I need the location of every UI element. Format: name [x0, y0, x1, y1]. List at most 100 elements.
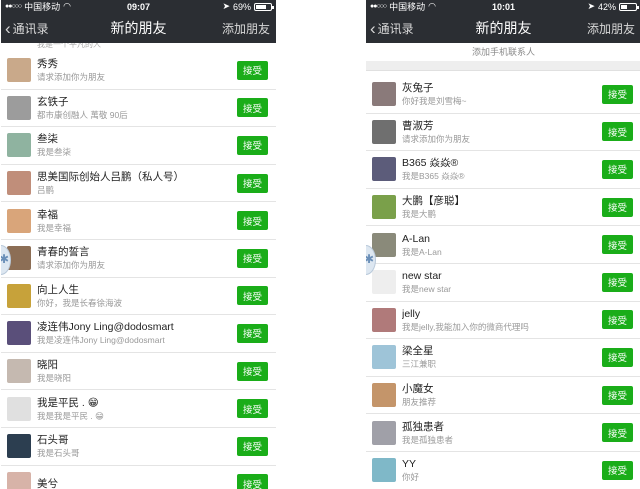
friend-request-row[interactable]: 秀秀 请求添加你为朋友 接受 — [1, 52, 276, 90]
back-button[interactable]: ‹ 通讯录 — [1, 20, 49, 37]
friend-request-row[interactable]: 孤独患者 我是孤独患者 接受 — [366, 414, 640, 452]
contact-name: 小魔女 — [402, 383, 434, 396]
friend-request-row[interactable]: 思美国际创始人吕鹏（私人号） 吕鹏 接受 — [1, 164, 276, 203]
accept-button[interactable]: 接受 — [602, 310, 633, 330]
avatar — [372, 82, 396, 107]
friend-request-row[interactable]: 美兮 接受 — [1, 465, 276, 489]
request-info: 我是平民 . 😁 我是我是平民 . 😁 — [37, 396, 237, 422]
accept-button[interactable]: 接受 — [237, 98, 268, 118]
contact-name: 凌连伟Jony Ling@dodosmart — [37, 321, 174, 334]
friend-request-row[interactable]: jelly 我是jelly,我能加入你的微商代理吗 接受 — [366, 301, 640, 340]
accept-button[interactable]: 接受 — [602, 235, 633, 255]
contact-name: jelly — [402, 307, 421, 320]
accept-button[interactable]: 接受 — [237, 361, 268, 381]
request-message: 请求添加你为朋友 — [37, 260, 106, 271]
signal-icon: ●●○○○ — [5, 3, 22, 10]
friend-request-row[interactable]: YY 你好 接受 — [366, 451, 640, 489]
request-info: 凌连伟Jony Ling@dodosmart 我是凌连伟Jony Ling@dod… — [37, 320, 237, 346]
accept-button[interactable]: 接受 — [237, 436, 268, 456]
friend-request-list: 秀秀 请求添加你为朋友 接受 玄铁子 都市康创融人 萬敬 90后 接受 叁柒 我是叁柒 接受 思美… — [1, 52, 276, 489]
friend-request-row[interactable]: 梁全星 三江兼职 接受 — [366, 339, 640, 377]
avatar — [7, 396, 31, 421]
avatar — [7, 471, 31, 489]
friend-request-row[interactable]: B365 焱焱® 我是B365 焱焱® 接受 — [366, 151, 640, 189]
avatar — [7, 58, 31, 83]
accept-button[interactable]: 接受 — [237, 248, 268, 268]
accept-button[interactable]: 接受 — [237, 286, 268, 306]
avatar — [7, 133, 31, 158]
friend-request-row[interactable]: 大鹏【彦聪】 我是大鹏 接受 — [366, 188, 640, 227]
request-message: 我是叁柒 — [37, 147, 72, 158]
avatar — [7, 359, 31, 384]
friend-request-row[interactable]: 青春的誓言 请求添加你为朋友 接受 — [1, 239, 276, 278]
friend-request-row[interactable]: 曹淑芳 请求添加你为朋友 接受 — [366, 113, 640, 152]
friend-request-row[interactable]: 我是平民 . 😁 我是我是平民 . 😁 接受 — [1, 390, 276, 428]
request-message: 我是A-Lan — [402, 246, 442, 257]
contact-name: 灰兔子 — [402, 82, 434, 95]
chevron-left-icon: ‹ — [370, 18, 376, 38]
avatar — [7, 208, 31, 233]
accept-button[interactable]: 接受 — [237, 173, 268, 193]
accept-button[interactable]: 接受 — [237, 135, 268, 155]
friend-request-row[interactable]: 向上人生 你好，我是长春徐海波 接受 — [1, 277, 276, 316]
request-message: 你好我是刘雪梅~ — [402, 96, 467, 107]
friend-request-row[interactable]: 小魔女 朋友推荐 接受 — [366, 376, 640, 415]
request-info: 晓阳 我是晓阳 — [37, 358, 237, 384]
accept-button[interactable]: 接受 — [602, 423, 633, 443]
friend-request-row[interactable]: A-Lan 我是A-Lan 接受 — [366, 226, 640, 264]
accept-button[interactable]: 接受 — [602, 272, 633, 292]
accept-button[interactable]: 接受 — [602, 385, 633, 405]
contact-name: 曹淑芳 — [402, 119, 434, 132]
request-info: new star 我是new star — [402, 269, 602, 295]
avatar — [7, 95, 31, 120]
contact-name: A-Lan — [402, 232, 431, 245]
friend-request-row[interactable]: 灰兔子 你好我是刘雪梅~ 接受 — [366, 76, 640, 114]
accept-button[interactable]: 接受 — [602, 197, 633, 217]
friend-request-row[interactable]: 石头哥 我是石头哥 接受 — [1, 427, 276, 466]
accept-button[interactable]: 接受 — [237, 60, 268, 80]
friend-request-row[interactable]: 玄铁子 都市康创融人 萬敬 90后 接受 — [1, 89, 276, 128]
accept-button[interactable]: 接受 — [602, 84, 633, 104]
add-phone-contacts-link[interactable]: 添加手机联系人 — [366, 43, 640, 61]
accept-button[interactable]: 接受 — [237, 399, 268, 419]
friend-request-row[interactable]: 晓阳 我是晓阳 接受 — [1, 352, 276, 391]
friend-request-list: 灰兔子 你好我是刘雪梅~ 接受 曹淑芳 请求添加你为朋友 接受 B365 焱焱® 我是B365… — [366, 76, 640, 489]
avatar — [7, 434, 31, 459]
friend-request-row[interactable]: new star 我是new star 接受 — [366, 263, 640, 302]
right-phone-screen: ●●○○○ 中国移动 ◠ 10:01 ➤ 42% ‹ 通讯录 新的朋友 添加朋友… — [366, 0, 640, 489]
add-friend-button[interactable]: 添加朋友 — [222, 20, 276, 37]
accept-button[interactable]: 接受 — [602, 122, 633, 142]
request-info: 玄铁子 都市康创融人 萬敬 90后 — [37, 95, 237, 121]
friend-request-row[interactable]: 叁柒 我是叁柒 接受 — [1, 127, 276, 165]
accept-button[interactable]: 接受 — [602, 347, 633, 367]
avatar — [7, 283, 31, 308]
back-button[interactable]: ‹ 通讯录 — [366, 20, 414, 37]
accept-button[interactable]: 接受 — [237, 323, 268, 343]
request-info: 灰兔子 你好我是刘雪梅~ — [402, 81, 602, 107]
location-icon: ➤ — [222, 1, 230, 11]
contact-name: 思美国际创始人吕鹏（私人号） — [37, 171, 184, 184]
add-friend-button[interactable]: 添加朋友 — [587, 20, 640, 37]
status-bar: ●●○○○ 中国移动 ◠ 10:01 ➤ 42% — [366, 0, 640, 13]
request-message: 请求添加你为朋友 — [37, 72, 106, 83]
accept-button[interactable]: 接受 — [602, 159, 633, 179]
accept-button[interactable]: 接受 — [602, 460, 633, 480]
friend-request-row[interactable]: 幸福 我是幸福 接受 — [1, 202, 276, 240]
avatar — [7, 171, 31, 196]
accept-button[interactable]: 接受 — [237, 211, 268, 231]
contact-name: 大鹏【彦聪】 — [402, 195, 465, 208]
request-info: 曹淑芳 请求添加你为朋友 — [402, 119, 602, 145]
contact-name: 梁全星 — [402, 345, 434, 358]
request-message: 朋友推荐 — [402, 397, 437, 408]
contact-name: 幸福 — [37, 208, 58, 221]
carrier-label: 中国移动 — [24, 2, 61, 12]
request-message: 我是大鹏 — [402, 209, 437, 220]
contact-name: 青春的誓言 — [37, 246, 90, 259]
contact-name: 晓阳 — [37, 359, 58, 372]
contact-name: 秀秀 — [37, 58, 58, 71]
accept-button[interactable]: 接受 — [237, 474, 268, 489]
friend-request-row[interactable]: 凌连伟Jony Ling@dodosmart 我是凌连伟Jony Ling@dod… — [1, 315, 276, 353]
avatar — [372, 383, 396, 408]
request-info: 孤独患者 我是孤独患者 — [402, 420, 602, 446]
avatar — [372, 119, 396, 144]
